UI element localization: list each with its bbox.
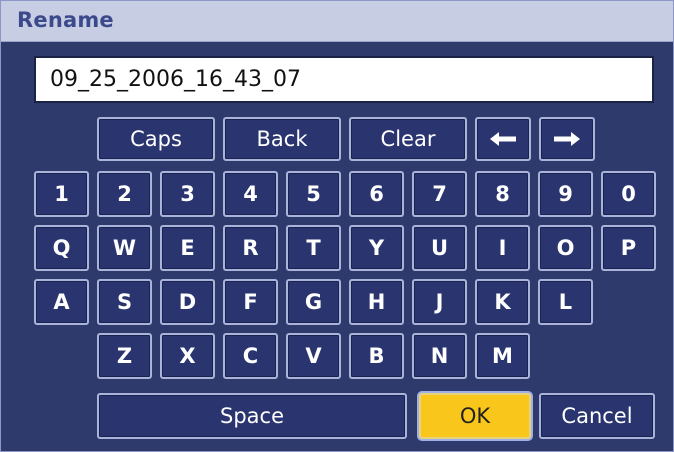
ok-button[interactable]: OK bbox=[419, 393, 531, 439]
key-label: M bbox=[492, 344, 513, 368]
right-arrow-icon bbox=[552, 130, 582, 148]
key-z[interactable]: Z bbox=[97, 333, 152, 379]
space-button[interactable]: Space bbox=[97, 393, 407, 439]
key-a[interactable]: A bbox=[34, 279, 89, 325]
key-label: L bbox=[558, 290, 573, 314]
key-label: U bbox=[430, 236, 449, 260]
key-8[interactable]: 8 bbox=[475, 171, 530, 217]
key-1[interactable]: 1 bbox=[34, 171, 89, 217]
key-5[interactable]: 5 bbox=[286, 171, 341, 217]
key-w[interactable]: W bbox=[97, 225, 152, 271]
key-b[interactable]: B bbox=[349, 333, 404, 379]
key-label: E bbox=[180, 236, 195, 260]
key-label: Z bbox=[116, 344, 133, 368]
key-t[interactable]: T bbox=[286, 225, 341, 271]
key-label: H bbox=[367, 290, 386, 314]
key-4[interactable]: 4 bbox=[223, 171, 278, 217]
key-l[interactable]: L bbox=[538, 279, 593, 325]
key-label: 7 bbox=[432, 182, 447, 206]
cursor-right-button[interactable] bbox=[539, 117, 595, 161]
key-o[interactable]: O bbox=[538, 225, 593, 271]
key-d[interactable]: D bbox=[160, 279, 215, 325]
key-s[interactable]: S bbox=[97, 279, 152, 325]
key-q[interactable]: Q bbox=[34, 225, 89, 271]
clear-label: Clear bbox=[380, 127, 436, 151]
key-2[interactable]: 2 bbox=[97, 171, 152, 217]
key-f[interactable]: F bbox=[223, 279, 278, 325]
cursor-left-button[interactable] bbox=[475, 117, 531, 161]
back-label: Back bbox=[256, 127, 308, 151]
key-label: 0 bbox=[621, 182, 636, 206]
key-label: D bbox=[178, 290, 197, 314]
key-label: 6 bbox=[369, 182, 384, 206]
key-label: W bbox=[112, 236, 137, 260]
key-k[interactable]: K bbox=[475, 279, 530, 325]
key-i[interactable]: I bbox=[475, 225, 530, 271]
dialog-title: Rename bbox=[17, 8, 114, 32]
key-label: K bbox=[494, 290, 511, 314]
key-label: P bbox=[620, 236, 637, 260]
name-input[interactable]: 09_25_2006_16_43_07 bbox=[34, 56, 654, 103]
space-label: Space bbox=[220, 404, 284, 428]
key-label: V bbox=[305, 344, 322, 368]
rename-dialog: Rename 09_25_2006_16_43_07 Caps Back Cle… bbox=[0, 0, 674, 452]
key-label: Y bbox=[368, 236, 385, 260]
cancel-label: Cancel bbox=[561, 404, 633, 428]
key-label: 3 bbox=[180, 182, 195, 206]
key-6[interactable]: 6 bbox=[349, 171, 404, 217]
key-label: O bbox=[556, 236, 575, 260]
key-3[interactable]: 3 bbox=[160, 171, 215, 217]
key-x[interactable]: X bbox=[160, 333, 215, 379]
key-7[interactable]: 7 bbox=[412, 171, 467, 217]
caps-label: Caps bbox=[130, 127, 182, 151]
key-label: N bbox=[430, 344, 449, 368]
key-label: 2 bbox=[117, 182, 132, 206]
key-j[interactable]: J bbox=[412, 279, 467, 325]
key-y[interactable]: Y bbox=[349, 225, 404, 271]
key-label: B bbox=[368, 344, 385, 368]
key-label: F bbox=[243, 290, 258, 314]
caps-button[interactable]: Caps bbox=[97, 117, 215, 161]
key-label: R bbox=[242, 236, 259, 260]
key-r[interactable]: R bbox=[223, 225, 278, 271]
key-9[interactable]: 9 bbox=[538, 171, 593, 217]
clear-button[interactable]: Clear bbox=[349, 117, 467, 161]
key-label: A bbox=[53, 290, 70, 314]
key-label: G bbox=[304, 290, 323, 314]
key-m[interactable]: M bbox=[475, 333, 530, 379]
key-label: I bbox=[498, 236, 507, 260]
left-arrow-icon bbox=[488, 130, 518, 148]
key-label: 4 bbox=[243, 182, 258, 206]
ok-label: OK bbox=[459, 404, 491, 428]
name-input-value: 09_25_2006_16_43_07 bbox=[50, 67, 301, 92]
key-c[interactable]: C bbox=[223, 333, 278, 379]
key-label: 5 bbox=[306, 182, 321, 206]
key-label: Q bbox=[52, 236, 71, 260]
key-p[interactable]: P bbox=[601, 225, 656, 271]
key-0[interactable]: 0 bbox=[601, 171, 656, 217]
key-e[interactable]: E bbox=[160, 225, 215, 271]
key-h[interactable]: H bbox=[349, 279, 404, 325]
key-label: 8 bbox=[495, 182, 510, 206]
key-g[interactable]: G bbox=[286, 279, 341, 325]
key-label: S bbox=[116, 290, 133, 314]
cancel-button[interactable]: Cancel bbox=[539, 393, 655, 439]
key-n[interactable]: N bbox=[412, 333, 467, 379]
key-label: 1 bbox=[54, 182, 69, 206]
key-v[interactable]: V bbox=[286, 333, 341, 379]
key-label: J bbox=[435, 290, 444, 314]
key-label: T bbox=[306, 236, 321, 260]
key-label: X bbox=[179, 344, 196, 368]
key-label: C bbox=[242, 344, 259, 368]
key-u[interactable]: U bbox=[412, 225, 467, 271]
back-button[interactable]: Back bbox=[223, 117, 341, 161]
key-label: 9 bbox=[558, 182, 573, 206]
title-bar: Rename bbox=[1, 1, 673, 42]
